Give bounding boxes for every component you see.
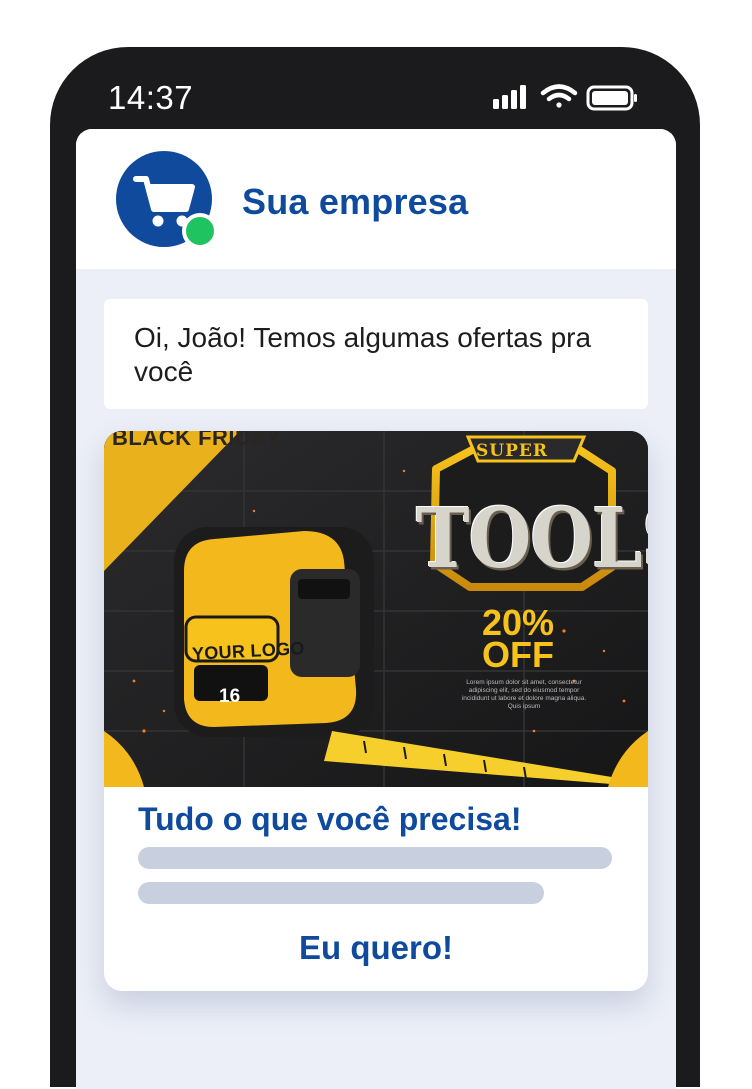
product-number: 16 [219, 686, 241, 707]
message-text: Oi, João! Temos algumas ofertas pra você [134, 322, 592, 387]
black-friday-label: BLACK FRIDAY [112, 431, 281, 450]
promo-small-text: Lorem ipsum dolor sit amet, consectetur … [461, 679, 587, 710]
promo-artwork [104, 431, 648, 787]
placeholder-text-line [138, 882, 544, 904]
chat-screen: Sua empresa Oi, João! Temos algumas ofer… [76, 129, 676, 1089]
status-bar: 14:37 [50, 47, 700, 129]
phone-frame: 14:37 Sua empresa Oi, João! Temos alguma… [50, 47, 700, 1089]
card-title: Tudo o que você precisa! [138, 801, 522, 837]
promo-image[interactable]: BLACK FRIDAY SUPER TOOLS 20% OFF Lorem i… [104, 431, 648, 787]
offer-card: BLACK FRIDAY SUPER TOOLS 20% OFF Lorem i… [104, 431, 648, 991]
tools-headline: TOOLS [416, 489, 648, 587]
status-time: 14:37 [108, 79, 194, 116]
super-label: SUPER [476, 441, 548, 461]
discount-label: 20% OFF [481, 602, 555, 675]
signal-icon [493, 85, 526, 109]
cta-button[interactable]: Eu quero! [104, 919, 648, 977]
wifi-icon [540, 84, 578, 108]
company-name[interactable]: Sua empresa [242, 181, 468, 223]
online-status-dot [182, 213, 218, 249]
placeholder-text-line [138, 847, 612, 869]
status-icons [493, 81, 643, 115]
message-bubble: Oi, João! Temos algumas ofertas pra você [104, 299, 648, 409]
battery-icon [586, 85, 637, 111]
chat-header: Sua empresa [76, 129, 676, 269]
